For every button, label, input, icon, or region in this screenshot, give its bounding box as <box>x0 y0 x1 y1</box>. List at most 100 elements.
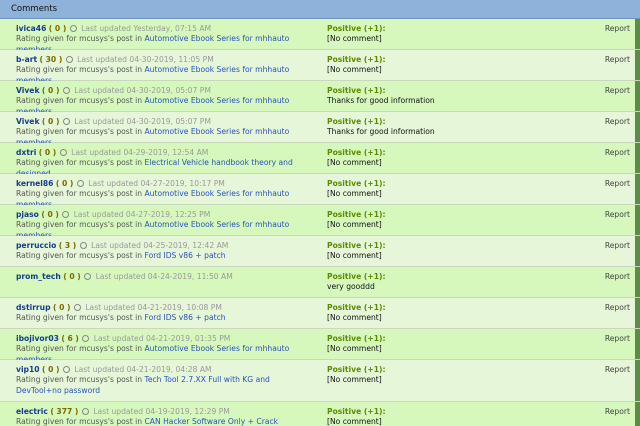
clock-icon <box>69 25 77 32</box>
rating-given-text: Rating given for mcusys's post in <box>16 65 143 75</box>
report-link[interactable]: Report <box>605 303 630 312</box>
rating-comment: [No comment] <box>327 34 382 44</box>
thread-link[interactable]: Ford IDS v86 + patch <box>144 251 225 260</box>
rating-given-text: Rating given for mcusys's post in <box>16 344 143 354</box>
rating-value: Positive (+1): <box>327 179 386 188</box>
reputation-count: ( 0 ) <box>41 117 60 126</box>
rating-value: Positive (+1): <box>327 86 386 95</box>
right-edge-strip <box>635 174 640 204</box>
right-edge-strip <box>635 143 640 173</box>
rating-block: Positive (+1): [No comment] <box>327 179 587 200</box>
clock-icon <box>81 408 89 415</box>
rating-value: Positive (+1): <box>327 55 386 64</box>
username-link[interactable]: prom_tech <box>16 272 61 281</box>
rating-given-text: Rating given for mcusys's post in <box>16 313 143 323</box>
rating-value: Positive (+1): <box>327 241 386 250</box>
report-link[interactable]: Report <box>605 272 630 281</box>
last-updated: Last updated 04-30-2019, 05:07 PM <box>74 117 211 126</box>
username-link[interactable]: dstirrup <box>16 303 51 312</box>
right-edge-strip <box>635 329 640 359</box>
clock-icon <box>82 335 90 342</box>
right-edge-strip <box>635 360 640 401</box>
rating-block: Positive (+1): [No comment] <box>327 407 587 426</box>
reputation-count: ( 30 ) <box>39 55 63 64</box>
reputation-count: ( 0 ) <box>55 179 74 188</box>
rating-block: Positive (+1): [No comment] <box>327 210 587 231</box>
last-updated: Last updated 04-25-2019, 12:42 AM <box>91 241 229 250</box>
reputation-count: ( 0 ) <box>41 86 60 95</box>
rating-comment: [No comment] <box>327 313 382 323</box>
comment-row: prom_tech ( 0 ) Last updated 04-24-2019,… <box>0 267 640 298</box>
rating-value: Positive (+1): <box>327 303 386 312</box>
report-link[interactable]: Report <box>605 365 630 374</box>
report-link[interactable]: Report <box>605 179 630 188</box>
thread-link[interactable]: CAN Hacker Software Only + Crack <box>144 417 278 426</box>
comment-meta: prom_tech ( 0 ) Last updated 04-24-2019,… <box>16 272 316 282</box>
comment-row: perruccio ( 3 ) Last updated 04-25-2019,… <box>0 236 640 267</box>
comment-row: Vivek ( 0 ) Last updated 04-30-2019, 05:… <box>0 81 640 116</box>
username-link[interactable]: electric <box>16 407 48 416</box>
reputation-count: ( 0 ) <box>41 210 59 219</box>
comment-row: ibojivor03 ( 6 ) Last updated 04-21-2019… <box>0 329 640 364</box>
username-link[interactable]: kernel86 <box>16 179 53 188</box>
reputation-count: ( 0 ) <box>38 148 57 157</box>
comment-row: Vivek ( 0 ) Last updated 04-30-2019, 05:… <box>0 112 640 147</box>
comment-row: vip10 ( 0 ) Last updated 04-21-2019, 04:… <box>0 360 640 402</box>
report-link[interactable]: Report <box>605 55 630 64</box>
comment-row: b-art ( 30 ) Last updated 04-30-2019, 11… <box>0 50 640 85</box>
clock-icon <box>59 149 67 156</box>
report-link[interactable]: Report <box>605 117 630 126</box>
username-link[interactable]: Vivek <box>16 117 40 126</box>
last-updated: Last updated 04-30-2019, 05:07 PM <box>74 86 211 95</box>
comments-list: ivica46 ( 0 ) Last updated Yesterday, 07… <box>0 19 640 426</box>
clock-icon <box>73 304 81 311</box>
rating-block: Positive (+1): Thanks for good informati… <box>327 86 587 107</box>
username-link[interactable]: Vivek <box>16 86 40 95</box>
username-link[interactable]: perruccio <box>16 241 56 250</box>
rating-comment: [No comment] <box>327 220 382 230</box>
username-link[interactable]: vip10 <box>16 365 40 374</box>
rating-comment: Thanks for good information <box>327 127 435 137</box>
report-link[interactable]: Report <box>605 334 630 343</box>
report-link[interactable]: Report <box>605 24 630 33</box>
rating-value: Positive (+1): <box>327 407 386 416</box>
rating-given-text: Rating given for mcusys's post in <box>16 96 143 106</box>
thread-link[interactable]: Ford IDS v86 + patch <box>144 313 225 322</box>
clock-icon <box>65 56 73 63</box>
clock-icon <box>62 211 70 218</box>
reputation-count: ( 0 ) <box>41 365 60 374</box>
reputation-count: ( 3 ) <box>58 241 77 250</box>
rating-comment: [No comment] <box>327 158 382 168</box>
username-link[interactable]: pjaso <box>16 210 39 219</box>
username-link[interactable]: ivica46 <box>16 24 46 33</box>
report-link[interactable]: Report <box>605 407 630 416</box>
last-updated: Last updated 04-21-2019, 10:08 PM <box>85 303 222 312</box>
report-link[interactable]: Report <box>605 241 630 250</box>
comment-row: ivica46 ( 0 ) Last updated Yesterday, 07… <box>0 19 640 54</box>
comment-row: electric ( 377 ) Last updated 04-19-2019… <box>0 402 640 426</box>
last-updated: Last updated 04-29-2019, 12:54 AM <box>71 148 209 157</box>
rating-given-text: Rating given for mcusys's post in <box>16 417 143 426</box>
rating-value: Positive (+1): <box>327 148 386 157</box>
last-updated: Last updated 04-27-2019, 12:25 PM <box>73 210 211 219</box>
rating-comment: [No comment] <box>327 251 382 261</box>
last-updated: Last updated 04-27-2019, 10:17 PM <box>88 179 225 188</box>
right-edge-strip <box>635 298 640 328</box>
rating-given-text: Rating given for mcusys's post in <box>16 375 143 385</box>
report-link[interactable]: Report <box>605 148 630 157</box>
comments-panel: Comments ivica46 ( 0 ) Last updated Yest… <box>0 0 640 426</box>
report-link[interactable]: Report <box>605 210 630 219</box>
right-edge-strip <box>635 236 640 266</box>
rating-given-text: Rating given for mcusys's post in <box>16 34 143 44</box>
comment-row: dstirrup ( 0 ) Last updated 04-21-2019, … <box>0 298 640 329</box>
rating-block: Positive (+1): [No comment] <box>327 241 587 262</box>
right-edge-strip <box>635 81 640 111</box>
username-link[interactable]: b-art <box>16 55 37 64</box>
last-updated: Last updated 04-24-2019, 11:50 AM <box>95 272 233 281</box>
username-link[interactable]: ibojivor03 <box>16 334 59 343</box>
report-link[interactable]: Report <box>605 86 630 95</box>
rating-block: Positive (+1): [No comment] <box>327 24 587 45</box>
right-edge-strip <box>635 19 640 49</box>
rating-value: Positive (+1): <box>327 117 386 126</box>
username-link[interactable]: dxtri <box>16 148 36 157</box>
